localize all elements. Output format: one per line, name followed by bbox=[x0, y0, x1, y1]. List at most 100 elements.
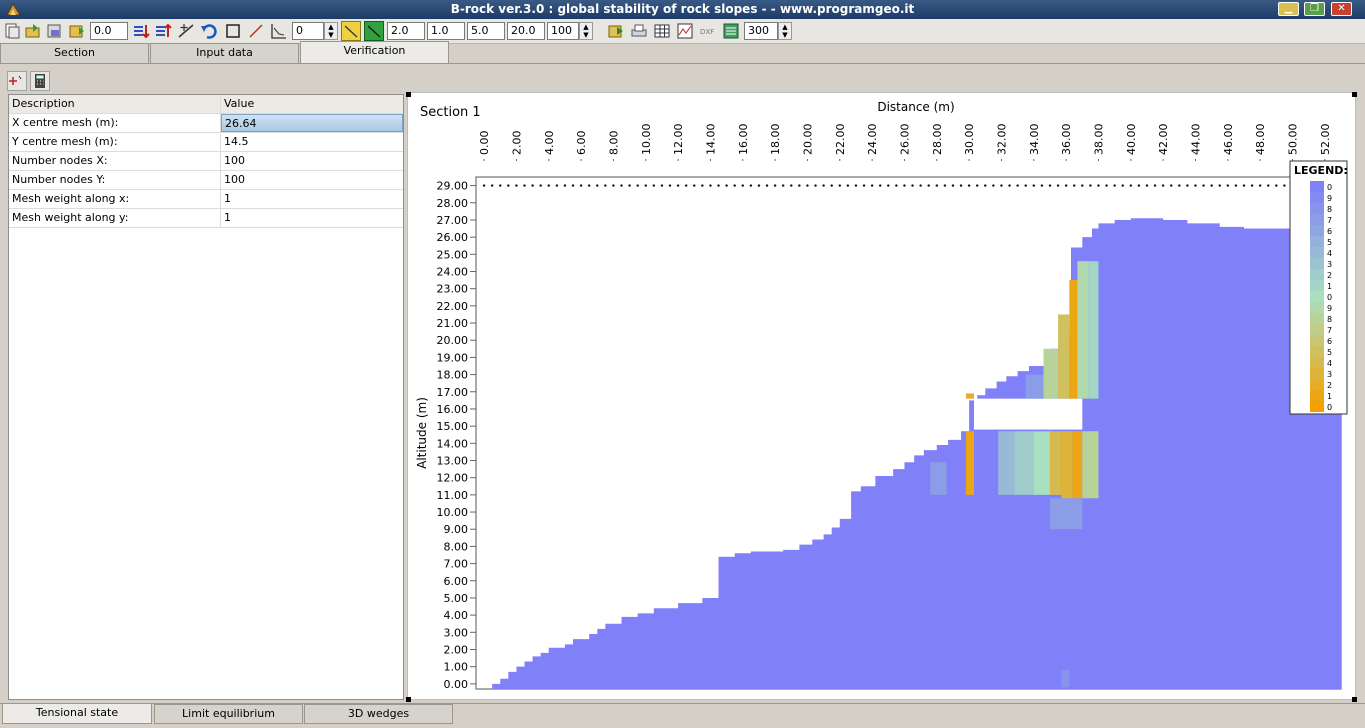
mesh-node bbox=[1186, 184, 1189, 187]
mesh-node bbox=[725, 184, 728, 187]
add-mesh-icon[interactable] bbox=[7, 71, 27, 91]
table-icon[interactable] bbox=[652, 21, 672, 41]
y-tick-label: 22.00 bbox=[437, 300, 469, 313]
angle-spinner[interactable]: ▲ ▼ bbox=[324, 22, 338, 40]
table-row[interactable]: Mesh weight along x: 1 bbox=[9, 190, 403, 209]
table-row[interactable]: Number nodes Y: 100 bbox=[9, 171, 403, 190]
rectangle-tool-icon[interactable] bbox=[223, 21, 243, 41]
stress-cell bbox=[1049, 498, 1083, 530]
tab-tensional-state[interactable]: Tensional state bbox=[2, 704, 152, 724]
undo-icon[interactable] bbox=[199, 21, 219, 41]
mesh-node bbox=[612, 184, 615, 187]
mesh-node bbox=[652, 184, 656, 187]
tab-verification[interactable]: Verification bbox=[300, 41, 449, 63]
table-row[interactable]: Number nodes X: 100 bbox=[9, 152, 403, 171]
save-file-icon[interactable] bbox=[45, 21, 65, 41]
resize-handle[interactable] bbox=[1352, 92, 1357, 97]
tab-input-data[interactable]: Input data bbox=[150, 43, 299, 63]
mesh-node bbox=[1040, 184, 1044, 187]
y-tick-label: 23.00 bbox=[437, 283, 469, 296]
legend-swatch bbox=[1310, 192, 1324, 203]
table-row[interactable]: X centre mesh (m): 26.64 bbox=[9, 114, 403, 133]
offset-input[interactable]: 0.0 bbox=[90, 22, 128, 40]
tab-divider bbox=[0, 63, 1365, 64]
x-tick-label: 30.00 bbox=[963, 124, 976, 156]
new-file-icon[interactable] bbox=[2, 21, 22, 41]
mesh-node bbox=[749, 184, 753, 187]
draw-line-icon[interactable] bbox=[176, 21, 196, 41]
list-icon[interactable] bbox=[721, 21, 741, 41]
param-input-5[interactable]: 100 bbox=[547, 22, 579, 40]
profile-tool-icon[interactable] bbox=[269, 21, 289, 41]
stress-cell bbox=[998, 431, 1015, 495]
mesh-node bbox=[943, 184, 947, 187]
mesh-node bbox=[482, 184, 486, 187]
resize-handle[interactable] bbox=[406, 697, 411, 702]
legend-label: 7 bbox=[1327, 216, 1332, 225]
mesh-node bbox=[1089, 184, 1092, 187]
export-icon[interactable] bbox=[67, 21, 87, 41]
dxf-export-icon[interactable]: DXF bbox=[698, 21, 718, 41]
resize-handle[interactable] bbox=[406, 92, 411, 97]
nodes-y-value-field[interactable]: 100 bbox=[221, 171, 403, 189]
param-input-1[interactable]: 2.0 bbox=[387, 22, 425, 40]
chart-icon[interactable] bbox=[675, 21, 695, 41]
line-tool-icon[interactable] bbox=[246, 21, 266, 41]
stress-cell bbox=[930, 462, 947, 495]
nodes-x-value-field[interactable]: 100 bbox=[221, 152, 403, 170]
slope-green-icon[interactable] bbox=[364, 21, 384, 41]
tab-limit-equilibrium[interactable]: Limit equilibrium bbox=[154, 704, 303, 724]
tab-section[interactable]: Section bbox=[0, 43, 149, 63]
mesh-node bbox=[1056, 184, 1060, 187]
x-centre-value-field[interactable]: 26.64 bbox=[221, 114, 403, 132]
param-input-4[interactable]: 20.0 bbox=[507, 22, 545, 40]
mesh-node bbox=[1064, 184, 1068, 187]
resolution-input[interactable]: 300 bbox=[744, 22, 778, 40]
mesh-node bbox=[1145, 184, 1149, 187]
mesh-node bbox=[620, 184, 623, 187]
resolution-spinner[interactable]: ▲ ▼ bbox=[778, 22, 792, 40]
tab-3d-wedges[interactable]: 3D wedges bbox=[304, 704, 453, 724]
remove-point-icon[interactable] bbox=[153, 21, 173, 41]
section-chart[interactable]: Section 1 Distance (m) Altitude (m) 0.00… bbox=[408, 93, 1355, 699]
weight-y-value-field[interactable]: 1 bbox=[221, 209, 403, 227]
mesh-node bbox=[765, 184, 769, 187]
param-input-2[interactable]: 1.0 bbox=[427, 22, 465, 40]
stress-cell bbox=[965, 431, 974, 495]
angle-input[interactable]: 0 bbox=[292, 22, 324, 40]
mesh-node bbox=[1048, 184, 1052, 187]
mesh-node bbox=[579, 184, 583, 187]
chart-panel[interactable]: Section 1 Distance (m) Altitude (m) 0.00… bbox=[407, 92, 1356, 700]
legend-swatch bbox=[1310, 324, 1324, 335]
slope-yellow-icon[interactable] bbox=[341, 21, 361, 41]
y-tick-label: 25.00 bbox=[437, 248, 469, 261]
mesh-node bbox=[1250, 184, 1254, 187]
stress-cell bbox=[1069, 280, 1078, 399]
param-spinner[interactable]: ▲ ▼ bbox=[579, 22, 593, 40]
chart-title: Section 1 bbox=[420, 105, 481, 120]
maximize-button[interactable]: ❐ bbox=[1304, 2, 1325, 16]
weight-x-value-field[interactable]: 1 bbox=[221, 190, 403, 208]
table-row[interactable]: Mesh weight along y: 1 bbox=[9, 209, 403, 228]
export-green-icon[interactable] bbox=[606, 21, 626, 41]
print-icon[interactable] bbox=[629, 21, 649, 41]
legend-label: 6 bbox=[1327, 227, 1332, 236]
close-button[interactable]: ✕ bbox=[1331, 2, 1352, 16]
y-tick-label: 20.00 bbox=[437, 334, 469, 347]
mesh-node bbox=[1153, 184, 1157, 187]
y-centre-value-field[interactable]: 14.5 bbox=[221, 133, 403, 151]
mesh-node bbox=[628, 184, 631, 187]
calculator-icon[interactable] bbox=[30, 71, 50, 91]
param-input-3[interactable]: 5.0 bbox=[467, 22, 505, 40]
resize-handle[interactable] bbox=[1352, 697, 1357, 702]
open-file-icon[interactable] bbox=[23, 21, 43, 41]
slope-profile bbox=[492, 218, 1341, 689]
table-row[interactable]: Y centre mesh (m): 14.5 bbox=[9, 133, 403, 152]
x-tick-label: 0.00 bbox=[478, 131, 491, 156]
add-point-icon[interactable] bbox=[131, 21, 151, 41]
y-tick-label: 7.00 bbox=[444, 558, 469, 571]
x-tick-label: 50.00 bbox=[1286, 124, 1299, 156]
x-tick-label: 32.00 bbox=[995, 124, 1008, 156]
minimize-button[interactable]: ▁ bbox=[1278, 2, 1299, 16]
x-tick-label: 16.00 bbox=[737, 124, 750, 156]
